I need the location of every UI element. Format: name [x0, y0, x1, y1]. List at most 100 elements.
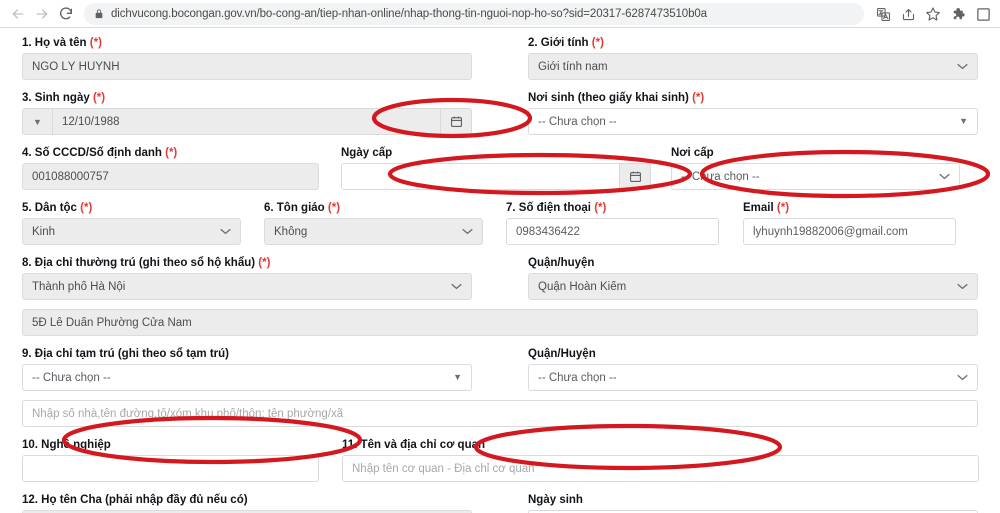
field-cccd: 4. Số CCCD/Số định danh (*) 001088000757: [22, 146, 319, 190]
required-mark: (*): [92, 92, 106, 104]
label-gender: 2. Giới tính (*): [528, 36, 978, 50]
label-birthplace-text: Nơi sinh (theo giấy khai sinh): [528, 92, 689, 104]
caret-down-icon[interactable]: ▼: [23, 109, 53, 134]
required-mark: (*): [80, 202, 93, 214]
lock-icon: [94, 8, 104, 20]
reload-icon: [60, 7, 72, 20]
email-value: lyhuynh19882006@gmail.com: [753, 225, 908, 238]
issue-place-value: -- Chưa chọn --: [681, 170, 760, 183]
required-mark: (*): [776, 202, 790, 214]
label-religion-text: 6. Tôn giáo: [264, 202, 325, 214]
label-birthdate-text: 3. Sinh ngày: [22, 92, 90, 104]
browser-toolbar: dichvucong.bocongan.gov.vn/bo-cong-an/ti…: [0, 0, 1000, 28]
email-input[interactable]: lyhuynh19882006@gmail.com: [743, 218, 956, 245]
chevron-down-icon: [451, 283, 462, 290]
calendar-icon[interactable]: [619, 164, 650, 189]
birthdate-value: 12/10/1988: [53, 109, 440, 134]
required-mark: (*): [165, 147, 178, 159]
birthdate-input-group[interactable]: ▼ 12/10/1988: [22, 108, 472, 135]
label-phone-text: 7. Số điện thoại: [506, 202, 591, 214]
form-row-8: 12. Họ tên Cha (phải nhập đầy đủ nếu có)…: [22, 493, 978, 513]
back-button[interactable]: [6, 2, 30, 26]
chevron-down-icon: [220, 228, 231, 235]
required-mark: (*): [591, 37, 604, 49]
permanent-province-select[interactable]: Thành phố Hà Nội: [22, 273, 472, 300]
calendar-icon[interactable]: [440, 109, 471, 134]
temp-street-placeholder: Nhập số nhà,tên đường,tổ/xóm,khu phố/thô…: [32, 407, 344, 420]
label-permanent-address-text: 8. Địa chỉ thường trú (ghi theo sổ hộ kh…: [22, 257, 256, 269]
label-temp-district: Quận/Huyện: [528, 348, 596, 360]
label-birthplace: Nơi sinh (theo giấy khai sinh) (*): [528, 91, 978, 105]
field-phone: 7. Số điện thoại (*) 0983436422: [506, 201, 719, 245]
temp-province-select[interactable]: -- Chưa chọn -- ▼: [22, 364, 472, 391]
phone-input[interactable]: 0983436422: [506, 218, 719, 245]
temp-district-select[interactable]: -- Chưa chọn --: [528, 364, 978, 391]
permanent-street-input[interactable]: 5Đ Lê Duẩn Phường Cửa Nam: [22, 309, 978, 336]
translate-icon[interactable]: [872, 3, 894, 25]
occupation-input[interactable]: [22, 455, 319, 482]
label-email: Email (*): [743, 201, 956, 215]
fullname-input[interactable]: NGÔ LÝ HUYNH: [22, 53, 472, 80]
profile-avatar-icon[interactable]: [972, 3, 994, 25]
ethnicity-select[interactable]: Kinh: [22, 218, 241, 245]
field-fullname: 1. Họ và tên (*) NGÔ LÝ HUYNH: [22, 36, 472, 80]
issue-date-value: [342, 164, 619, 189]
permanent-district-select[interactable]: Quận Hoàn Kiếm: [528, 273, 978, 300]
field-email: Email (*) lyhuynh19882006@gmail.com: [743, 201, 956, 245]
label-temporary-address: 9. Địa chỉ tạm trú (ghi theo sổ tạm trú): [22, 348, 230, 360]
issue-date-input-group[interactable]: [341, 163, 651, 190]
field-permanent-province: 8. Địa chỉ thường trú (ghi theo sổ hộ kh…: [22, 256, 472, 300]
gender-select[interactable]: Giới tính nam: [528, 53, 978, 80]
temp-province-value: -- Chưa chọn --: [32, 371, 111, 384]
arrow-left-icon: [12, 9, 24, 19]
chevron-down-icon: [957, 283, 968, 290]
field-temp-province: 9. Địa chỉ tạm trú (ghi theo sổ tạm trú)…: [22, 347, 472, 391]
label-permanent-district: Quận/huyện: [528, 257, 595, 269]
religion-value: Không: [274, 225, 308, 238]
required-mark: (*): [258, 257, 271, 269]
organization-input[interactable]: Nhập tên cơ quan - Địa chỉ cơ quan: [342, 455, 979, 482]
chevron-down-icon: [957, 374, 968, 381]
form-page: 1. Họ và tên (*) NGÔ LÝ HUYNH 2. Giới tí…: [0, 28, 1000, 513]
field-temp-district: Quận/Huyện -- Chưa chọn --: [528, 347, 978, 391]
religion-select[interactable]: Không: [264, 218, 483, 245]
chevron-down-icon: [939, 173, 950, 180]
label-father-name: 12. Họ tên Cha (phải nhập đầy đủ nếu có): [22, 494, 248, 506]
bookmark-star-icon[interactable]: [922, 3, 944, 25]
chevron-down-icon: [957, 63, 968, 70]
label-birthdate: 3. Sinh ngày (*): [22, 91, 472, 105]
required-mark: (*): [692, 92, 705, 104]
share-icon[interactable]: [897, 3, 919, 25]
label-cccd-text: 4. Số CCCD/Số định danh: [22, 147, 162, 159]
field-occupation: 10. Nghề nghiệp: [22, 438, 319, 482]
address-bar[interactable]: dichvucong.bocongan.gov.vn/bo-cong-an/ti…: [84, 3, 864, 25]
field-gender: 2. Giới tính (*) Giới tính nam: [528, 36, 978, 80]
issue-place-select[interactable]: -- Chưa chọn --: [671, 163, 960, 190]
url-text: dichvucong.bocongan.gov.vn/bo-cong-an/ti…: [111, 8, 707, 20]
temp-street-input[interactable]: Nhập số nhà,tên đường,tổ/xóm,khu phố/thô…: [22, 400, 978, 427]
label-cccd: 4. Số CCCD/Số định danh (*): [22, 146, 319, 160]
ethnicity-value: Kinh: [32, 225, 56, 238]
label-occupation: 10. Nghề nghiệp: [22, 439, 111, 451]
forward-button[interactable]: [30, 2, 54, 26]
field-father-name: 12. Họ tên Cha (phải nhập đầy đủ nếu có)…: [22, 493, 472, 513]
label-permanent-address: 8. Địa chỉ thường trú (ghi theo sổ hộ kh…: [22, 256, 472, 270]
caret-down-icon: ▼: [453, 372, 462, 382]
reload-button[interactable]: [54, 2, 78, 26]
cccd-input[interactable]: 001088000757: [22, 163, 319, 190]
label-ethnicity-text: 5. Dân tộc: [22, 202, 77, 214]
field-permanent-district: Quận/huyện Quận Hoàn Kiếm: [528, 256, 978, 300]
permanent-district-value: Quận Hoàn Kiếm: [538, 280, 627, 293]
label-phone: 7. Số điện thoại (*): [506, 201, 719, 215]
label-ethnicity: 5. Dân tộc (*): [22, 201, 241, 215]
applicant-info-form: 1. Họ và tên (*) NGÔ LÝ HUYNH 2. Giới tí…: [22, 36, 979, 513]
birthplace-select[interactable]: -- Chưa chọn -- ▼: [528, 108, 978, 135]
form-row-6: 9. Địa chỉ tạm trú (ghi theo sổ tạm trú)…: [22, 347, 978, 391]
chevron-down-icon: [462, 228, 473, 235]
extensions-puzzle-icon[interactable]: [947, 3, 969, 25]
